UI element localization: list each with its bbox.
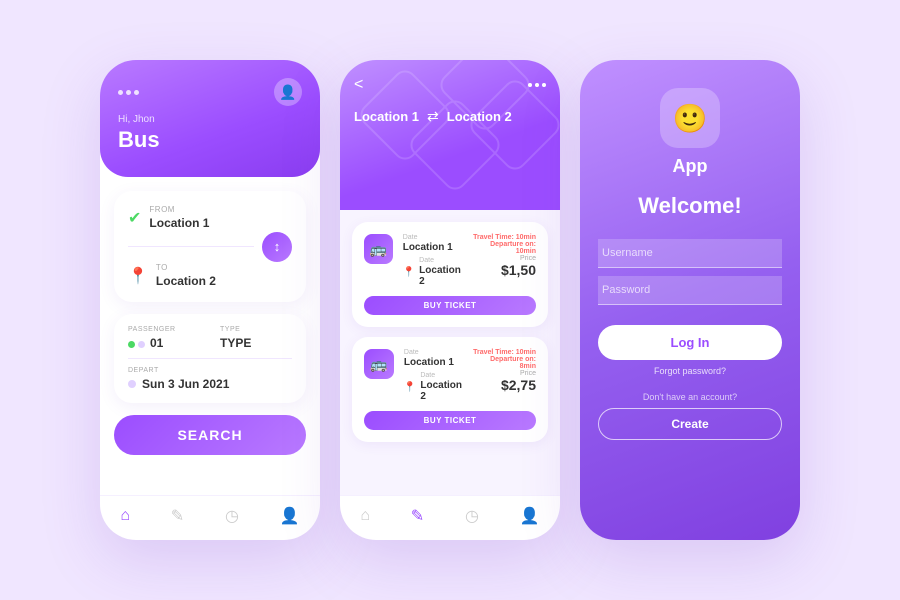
back-button[interactable]: < bbox=[354, 76, 363, 94]
swap-button[interactable]: ↕ bbox=[262, 232, 292, 262]
card2-to: Location 2 bbox=[420, 380, 462, 402]
screen3-phone: 🙂 App Welcome! Log In Forgot password? D… bbox=[580, 60, 800, 540]
to-icon: 📍 bbox=[128, 266, 148, 286]
card2-travel: Travel Time: 10min bbox=[472, 349, 536, 356]
passenger-type-card: PASSENGER 01 TYPE TYPE DEPART bbox=[114, 314, 306, 403]
password-input[interactable] bbox=[598, 276, 782, 305]
screen1-title: Bus bbox=[118, 127, 302, 153]
nav2-profile-icon[interactable]: 👤 bbox=[520, 506, 540, 526]
route-display: Location 1 ⇄ Location 2 bbox=[354, 108, 546, 125]
type-label: TYPE bbox=[220, 326, 292, 333]
card1-from: Location 1 bbox=[403, 242, 461, 253]
screen1-phone: 👤 Hi, Jhon Bus ✔ FROM Location 1 📍 TO bbox=[100, 60, 320, 540]
app-name: App bbox=[673, 156, 708, 177]
card1-travel: Travel Time: 10min bbox=[471, 234, 536, 241]
screen2-bottom-nav: ⌂ ✎ ◷ 👤 bbox=[340, 495, 560, 540]
nav-profile-icon[interactable]: 👤 bbox=[280, 506, 300, 526]
from-value: Location 1 bbox=[149, 216, 209, 230]
screen2-body: 🚌 Date Location 1 📍 Date Location 2 Trav… bbox=[340, 210, 560, 495]
to-value: Location 2 bbox=[156, 274, 216, 288]
type-value: TYPE bbox=[220, 336, 292, 350]
buy-button-1[interactable]: BUY TICKET bbox=[364, 296, 536, 315]
screen3-background: 🙂 App Welcome! Log In Forgot password? D… bbox=[580, 60, 800, 540]
screen1-topbar: 👤 bbox=[118, 78, 302, 106]
ticket-card-2: 🚌 Date Location 1 📍 Date Location 2 Trav… bbox=[352, 337, 548, 442]
calendar-dot bbox=[128, 380, 136, 388]
route-from: Location 1 bbox=[354, 109, 419, 124]
username-input[interactable] bbox=[598, 239, 782, 268]
search-button[interactable]: SEARCH bbox=[114, 415, 306, 455]
card2-from-sub: Date bbox=[404, 349, 462, 356]
nav-home-icon[interactable]: ⌂ bbox=[120, 507, 130, 525]
screen2-topbar: < bbox=[354, 76, 546, 94]
card1-to: Location 2 bbox=[419, 265, 461, 287]
route-card: ✔ FROM Location 1 📍 TO Location 2 ↕ bbox=[114, 191, 306, 302]
bottom-nav: ⌂ ✎ ◷ 👤 bbox=[100, 495, 320, 540]
forgot-password-link[interactable]: Forgot password? bbox=[654, 366, 726, 376]
menu-dots bbox=[528, 83, 546, 87]
nav2-clock-icon[interactable]: ◷ bbox=[465, 506, 479, 526]
card2-depart: Departure on: 8min bbox=[472, 356, 536, 370]
menu-dots bbox=[118, 90, 139, 95]
card2-price: $2,75 bbox=[472, 377, 536, 393]
bus-icon-2: 🚌 bbox=[364, 349, 394, 379]
nav2-edit-icon[interactable]: ✎ bbox=[411, 506, 424, 526]
greeting-text: Hi, Jhon bbox=[118, 114, 302, 125]
screen1-body: ✔ FROM Location 1 📍 TO Location 2 ↕ bbox=[100, 177, 320, 495]
ticket-card-1: 🚌 Date Location 1 📍 Date Location 2 Trav… bbox=[352, 222, 548, 327]
login-button[interactable]: Log In bbox=[598, 325, 782, 360]
nav2-home-icon[interactable]: ⌂ bbox=[360, 507, 370, 525]
app-icon: 🙂 bbox=[660, 88, 720, 148]
passenger-label: PASSENGER bbox=[128, 326, 200, 333]
card2-to-sub: Date bbox=[420, 372, 462, 379]
screen2-phone: < Location 1 ⇄ Location 2 🚌 Date Locatio… bbox=[340, 60, 560, 540]
nav-clock-icon[interactable]: ◷ bbox=[225, 506, 239, 526]
from-icon: ✔ bbox=[128, 208, 141, 228]
card1-to-sub: Date bbox=[419, 257, 461, 264]
card1-price-label: Price bbox=[471, 255, 536, 262]
from-label: FROM bbox=[149, 205, 209, 214]
card2-from: Location 1 bbox=[404, 357, 462, 368]
create-button[interactable]: Create bbox=[598, 408, 782, 440]
passenger-count: 01 bbox=[150, 336, 163, 350]
to-label: TO bbox=[156, 263, 216, 272]
buy-button-2[interactable]: BUY TICKET bbox=[364, 411, 536, 430]
nav-edit-icon[interactable]: ✎ bbox=[171, 506, 184, 526]
card1-from-sub: Date bbox=[403, 234, 461, 241]
route-arrow: ⇄ bbox=[427, 108, 439, 125]
card1-price: $1,50 bbox=[471, 262, 536, 278]
depart-value: Sun 3 Jun 2021 bbox=[142, 377, 229, 391]
depart-label: DEPART bbox=[128, 367, 292, 374]
card1-depart: Departure on: 10min bbox=[471, 241, 536, 255]
avatar-icon[interactable]: 👤 bbox=[274, 78, 302, 106]
route-to: Location 2 bbox=[447, 109, 512, 124]
login-form bbox=[598, 239, 782, 305]
screen2-header: < Location 1 ⇄ Location 2 bbox=[340, 60, 560, 210]
welcome-text: Welcome! bbox=[638, 193, 742, 219]
pass-dot-1 bbox=[128, 341, 135, 348]
card2-price-label: Price bbox=[472, 370, 536, 377]
no-account-text: Don't have an account? bbox=[643, 392, 737, 402]
screen1-header: 👤 Hi, Jhon Bus bbox=[100, 60, 320, 177]
bus-icon-1: 🚌 bbox=[364, 234, 393, 264]
pass-dot-2 bbox=[138, 341, 145, 348]
